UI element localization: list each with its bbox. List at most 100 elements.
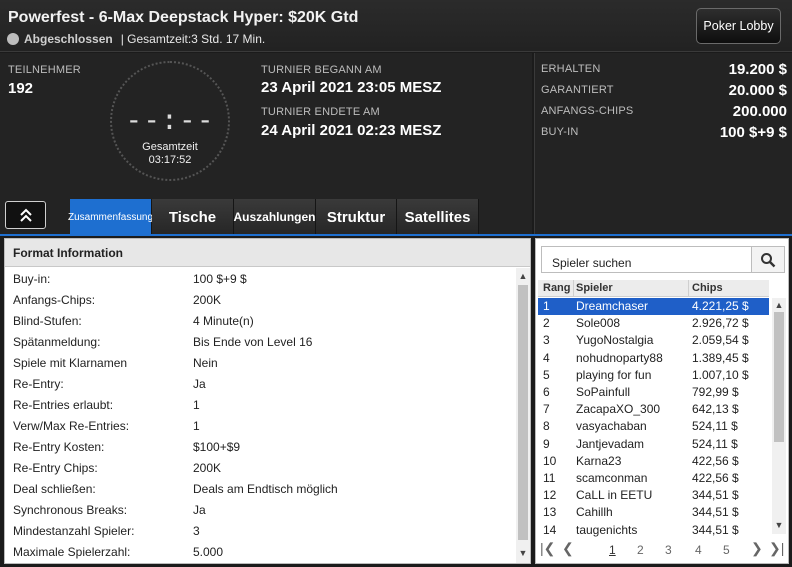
player-row[interactable]: 7 ZacapaXO_300 642,13 $ <box>538 401 769 418</box>
page-3[interactable]: 3 <box>665 543 672 557</box>
format-scroll-thumb[interactable] <box>518 285 528 540</box>
page-1[interactable]: 1 <box>609 543 616 557</box>
player-name: YugoNostalgia <box>576 333 654 348</box>
received-label: ERHALTEN <box>541 63 601 75</box>
next-page-icon[interactable]: ❯ <box>751 540 763 557</box>
format-scrollbar[interactable]: ▲ ▼ <box>516 268 530 563</box>
page-2[interactable]: 2 <box>637 543 644 557</box>
player-rank: 10 <box>543 453 557 468</box>
format-value: 4 Minute(n) <box>193 314 254 328</box>
player-row[interactable]: 11 scamconman 422,56 $ <box>538 470 769 487</box>
player-name: Sole008 <box>576 316 621 331</box>
collapse-button[interactable] <box>5 201 46 229</box>
player-scrollbar[interactable]: ▲ ▼ <box>772 298 786 534</box>
player-name: Jantjevadam <box>576 436 645 451</box>
scroll-up-icon[interactable]: ▲ <box>772 300 786 310</box>
format-key: Spiele mit Klarnamen <box>13 356 128 370</box>
scroll-down-icon[interactable]: ▼ <box>516 548 530 558</box>
format-value: 5.000 <box>193 545 224 559</box>
player-table-header: Rang Spieler Chips <box>538 280 769 297</box>
player-chips: 1.389,45 $ <box>692 350 749 365</box>
tab-underline <box>0 234 792 236</box>
tab-struktur[interactable]: Struktur <box>316 199 397 235</box>
player-chips: 422,56 $ <box>692 453 739 468</box>
player-scroll-thumb[interactable] <box>774 312 784 442</box>
format-value: Bis Ende von Level 16 <box>193 335 313 349</box>
buyin-value: 100 $+9 $ <box>719 124 787 141</box>
player-row[interactable]: 12 CaLL in EETU 344,51 $ <box>538 487 769 504</box>
tab-satellites[interactable]: Satellites <box>397 199 479 235</box>
format-key: Mindestanzahl Spieler: <box>13 524 135 538</box>
clock-label: Gesamtzeit <box>142 141 198 153</box>
scroll-up-icon[interactable]: ▲ <box>516 271 530 281</box>
player-row[interactable]: 14 taugenichts 344,51 $ <box>538 522 769 539</box>
player-rank: 14 <box>543 522 557 537</box>
format-value: 1 <box>193 398 200 412</box>
double-chevron-up-icon <box>19 208 32 222</box>
player-row[interactable]: 1 Dreamchaser 4.221,25 $ <box>538 298 769 315</box>
player-name: playing for fun <box>576 367 652 382</box>
player-chips: 2.059,54 $ <box>692 333 749 348</box>
player-row[interactable]: 6 SoPainfull 792,99 $ <box>538 384 769 401</box>
guarantee-value: 20.000 $ <box>728 82 787 99</box>
player-row[interactable]: 9 Jantjevadam 524,11 $ <box>538 436 769 453</box>
player-row[interactable]: 3 YugoNostalgia 2.059,54 $ <box>538 332 769 349</box>
player-name: nohudnoparty88 <box>576 350 663 365</box>
player-row[interactable]: 5 playing for fun 1.007,10 $ <box>538 367 769 384</box>
player-chips: 1.007,10 $ <box>692 367 749 382</box>
format-key: Anfangs-Chips: <box>13 293 96 307</box>
total-time-text: | Gesamtzeit:3 Std. 17 Min. <box>120 32 266 46</box>
player-chips: 344,51 $ <box>692 522 739 537</box>
player-chips: 4.221,25 $ <box>692 299 749 313</box>
clock-value: 03:17:52 <box>148 154 192 166</box>
tab-tische[interactable]: Tische <box>152 199 234 235</box>
player-rank: 5 <box>543 367 550 382</box>
format-key: Buy-in: <box>13 272 51 286</box>
guarantee-row: GARANTIERT 20.000 $ <box>541 82 787 102</box>
player-row[interactable]: 2 Sole008 2.926,72 $ <box>538 315 769 332</box>
format-key: Maximale Spielerzahl: <box>13 545 131 559</box>
tab-auszahlungen[interactable]: Auszahlungen <box>234 199 316 235</box>
player-row[interactable]: 13 Cahillh 344,51 $ <box>538 504 769 521</box>
format-value: 100 $+9 $ <box>193 272 247 286</box>
format-value: Ja <box>193 503 206 517</box>
player-chips: 2.926,72 $ <box>692 316 749 331</box>
format-value: 3 <box>193 524 200 538</box>
col-divider <box>573 280 574 296</box>
format-key: Spätanmeldung: <box>13 335 101 349</box>
prev-page-icon[interactable]: ❮ <box>562 540 574 557</box>
page-5[interactable]: 5 <box>723 543 730 557</box>
page-4[interactable]: 4 <box>695 543 702 557</box>
first-page-icon[interactable]: |❮ <box>540 540 555 557</box>
search-button[interactable] <box>751 246 785 273</box>
search-icon <box>761 252 776 267</box>
poker-lobby-button[interactable]: Poker Lobby <box>696 8 781 44</box>
col-chips[interactable]: Chips <box>692 282 723 294</box>
format-value: 1 <box>193 419 200 433</box>
player-rank: 12 <box>543 488 557 503</box>
player-name: taugenichts <box>576 522 638 537</box>
format-value: Ja <box>193 377 206 391</box>
format-key: Verw/Max Re-Entries: <box>13 419 130 433</box>
player-name: ZacapaXO_300 <box>576 402 661 417</box>
player-row[interactable]: 4 nohudnoparty88 1.389,45 $ <box>538 350 769 367</box>
status-text: Abgeschlossen <box>24 32 113 46</box>
player-row[interactable]: 10 Karna23 422,56 $ <box>538 453 769 470</box>
buyin-label: BUY-IN <box>541 126 579 138</box>
startchips-label: ANFANGS-CHIPS <box>541 105 634 117</box>
player-name: CaLL in EETU <box>576 488 653 503</box>
tab-zusammenfassung[interactable]: Zusammenfassung <box>68 199 153 235</box>
last-page-icon[interactable]: ❯| <box>769 540 784 557</box>
col-rang[interactable]: Rang <box>543 282 571 294</box>
scroll-down-icon[interactable]: ▼ <box>772 520 786 530</box>
player-rank: 2 <box>543 316 550 331</box>
player-chips: 642,13 $ <box>692 402 739 417</box>
player-name: Dreamchaser <box>576 299 649 313</box>
player-search-input[interactable] <box>541 246 752 273</box>
start-label: TURNIER BEGANN AM <box>261 64 382 76</box>
buyin-row: BUY-IN 100 $+9 $ <box>541 124 787 144</box>
col-spieler[interactable]: Spieler <box>576 282 613 294</box>
player-rank: 3 <box>543 333 550 348</box>
player-row[interactable]: 8 vasyachaban 524,11 $ <box>538 418 769 435</box>
clock-dial: --:-- Gesamtzeit 03:17:52 <box>110 61 230 181</box>
